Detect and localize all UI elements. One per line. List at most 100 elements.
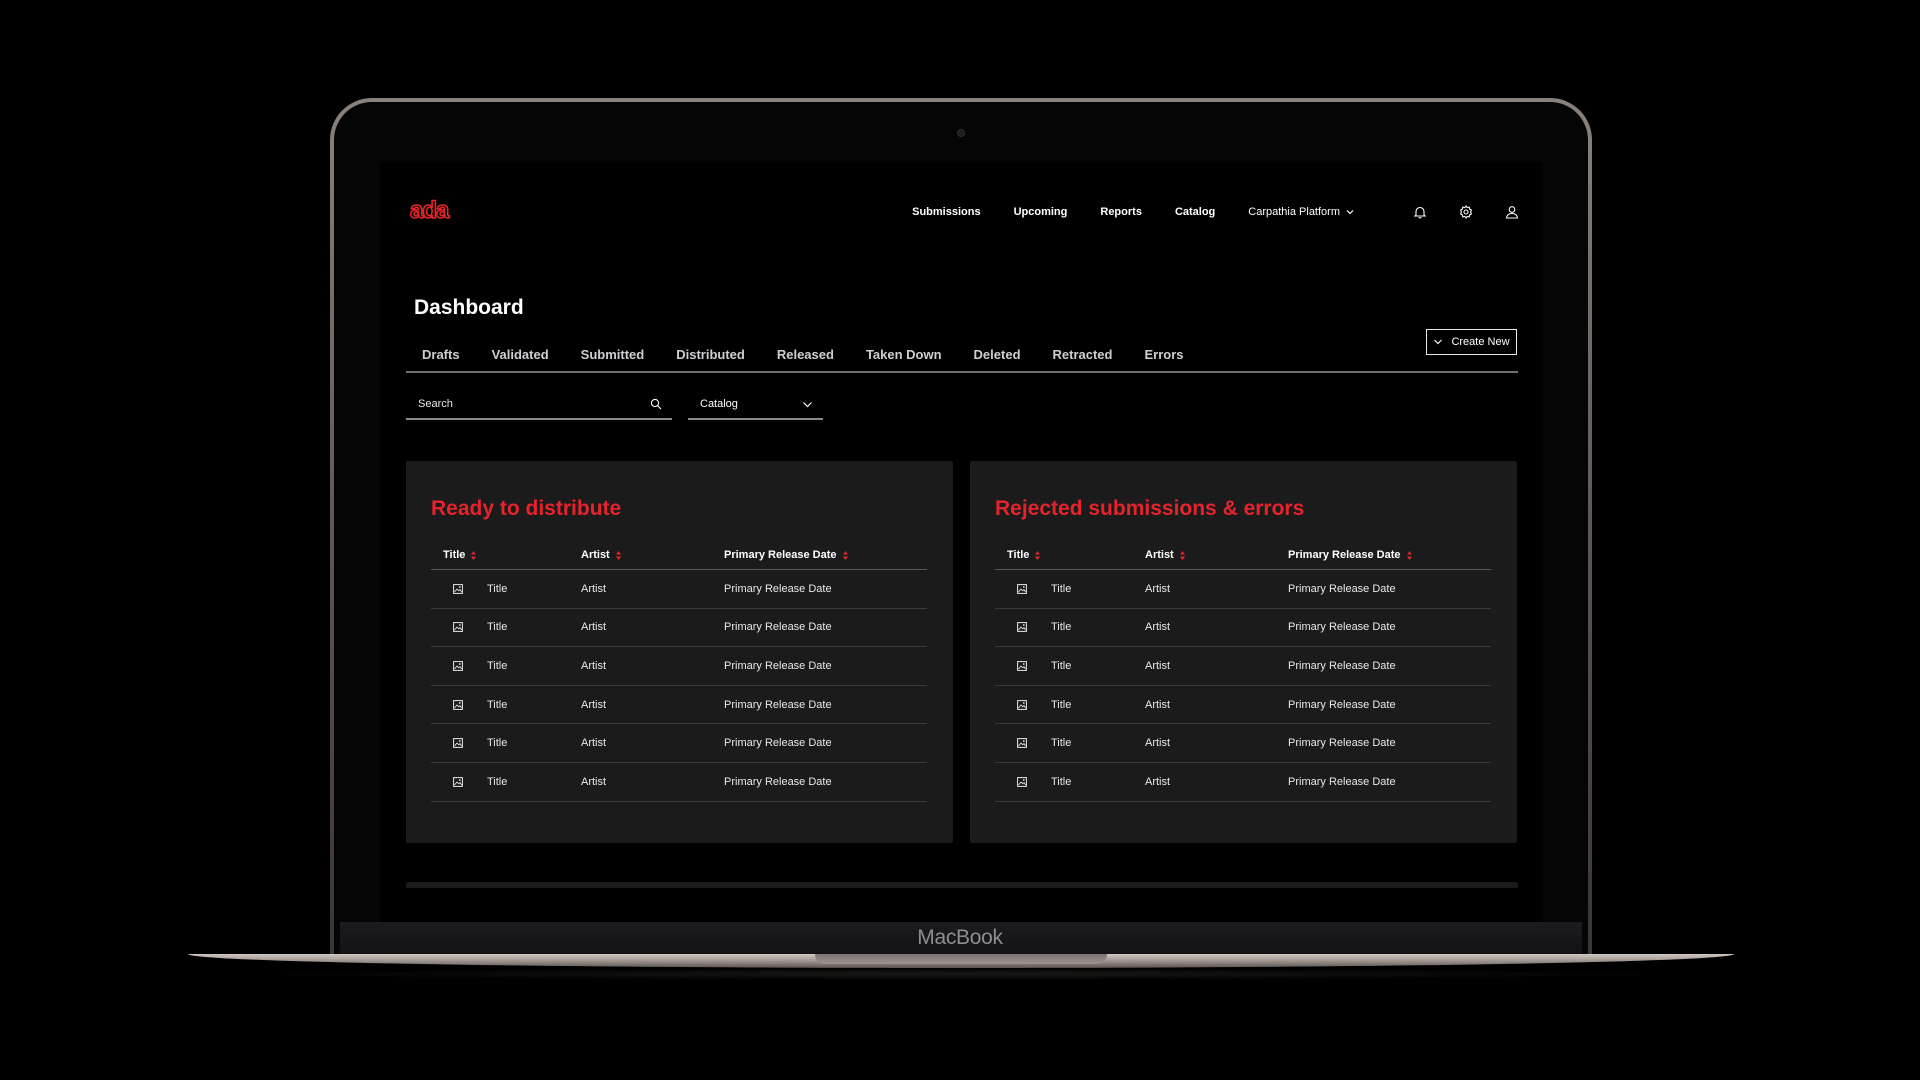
cell-title: Title: [1051, 775, 1072, 788]
tab-validated[interactable]: Validated: [476, 347, 565, 362]
nav-catalog[interactable]: Catalog: [1175, 206, 1215, 218]
table-row[interactable]: Title Artist Primary Release Date: [995, 647, 1491, 686]
table-header: Title Artist Primary Release Date: [995, 541, 1491, 570]
table-row[interactable]: Title Artist Primary Release Date: [995, 724, 1491, 763]
catalog-select[interactable]: Catalog: [688, 390, 823, 420]
chevron-down-icon: [1346, 210, 1354, 215]
cell-title: Title: [487, 582, 508, 595]
image-icon: [1017, 661, 1027, 671]
cover-thumbnail: [431, 738, 487, 749]
tab-deleted[interactable]: Deleted: [958, 347, 1037, 362]
tab-drafts[interactable]: Drafts: [406, 347, 476, 362]
table-row[interactable]: Title Artist Primary Release Date: [995, 686, 1491, 725]
tab-errors[interactable]: Errors: [1128, 347, 1199, 362]
column-header-release-date[interactable]: Primary Release Date: [1288, 549, 1491, 561]
tab-retracted[interactable]: Retracted: [1037, 347, 1129, 362]
table-row[interactable]: Title Artist Primary Release Date: [431, 609, 927, 648]
cover-thumbnail: [995, 622, 1051, 633]
cell-artist: Artist: [1145, 582, 1171, 595]
column-header-artist[interactable]: Artist: [1145, 549, 1288, 561]
device-brand-label: MacBook: [917, 926, 1003, 949]
search-icon[interactable]: [650, 398, 662, 410]
column-header-artist[interactable]: Artist: [581, 549, 724, 561]
sort-icon: [615, 550, 621, 560]
top-nav: Submissions Upcoming Reports Catalog Car…: [912, 198, 1520, 226]
table-row[interactable]: Title Artist Primary Release Date: [431, 763, 927, 802]
column-label: Title: [443, 549, 466, 561]
rejected-table: Title Artist Primary Release Date Title A…: [995, 541, 1491, 802]
column-header-title[interactable]: Title: [995, 549, 1145, 561]
image-icon: [1017, 583, 1027, 594]
cell-release-date: Primary Release Date: [724, 582, 832, 595]
cell-artist: Artist: [581, 582, 607, 595]
panel-title: Rejected submissions & errors: [995, 497, 1305, 520]
sort-icon: [842, 550, 848, 560]
cover-thumbnail: [995, 776, 1051, 787]
catalog-select-value: Catalog: [700, 398, 738, 410]
cell-title: Title: [1051, 621, 1072, 634]
column-label: Primary Release Date: [724, 549, 837, 561]
cell-artist: Artist: [581, 659, 607, 672]
table-row[interactable]: Title Artist Primary Release Date: [431, 686, 927, 725]
ada-logo[interactable]: ada: [410, 199, 464, 223]
sort-icon: [1406, 550, 1412, 560]
cell-release-date: Primary Release Date: [724, 659, 832, 672]
column-header-title[interactable]: Title: [431, 549, 581, 561]
platform-dropdown[interactable]: Carpathia Platform: [1248, 206, 1354, 218]
tab-submitted[interactable]: Submitted: [565, 347, 661, 362]
chevron-down-icon: [803, 401, 812, 407]
cover-thumbnail: [431, 583, 487, 594]
table-row[interactable]: Title Artist Primary Release Date: [995, 570, 1491, 609]
nav-reports[interactable]: Reports: [1100, 206, 1142, 218]
cell-artist: Artist: [581, 621, 607, 634]
ready-to-distribute-panel: Ready to distribute Title Artist Primary…: [406, 461, 953, 843]
cover-thumbnail: [995, 699, 1051, 710]
image-icon: [1017, 776, 1027, 787]
cell-artist: Artist: [1145, 659, 1171, 672]
next-panel-edge: [406, 882, 1518, 888]
cell-title: Title: [487, 775, 508, 788]
table-row[interactable]: Title Artist Primary Release Date: [431, 570, 927, 609]
table-row[interactable]: Title Artist Primary Release Date: [995, 763, 1491, 802]
search-input[interactable]: [418, 398, 618, 410]
column-label: Primary Release Date: [1288, 549, 1401, 561]
cell-title: Title: [1051, 659, 1072, 672]
column-label: Artist: [1145, 549, 1174, 561]
cell-release-date: Primary Release Date: [1288, 659, 1396, 672]
image-icon: [1017, 738, 1027, 749]
cell-title: Title: [487, 621, 508, 634]
page-title: Dashboard: [414, 296, 524, 319]
laptop-notch: [815, 954, 1107, 964]
cell-release-date: Primary Release Date: [1288, 582, 1396, 595]
image-icon: [453, 622, 463, 633]
cell-artist: Artist: [581, 775, 607, 788]
cell-release-date: Primary Release Date: [1288, 775, 1396, 788]
tab-taken-down[interactable]: Taken Down: [850, 347, 958, 362]
cover-thumbnail: [995, 583, 1051, 594]
sort-icon: [1035, 550, 1041, 560]
cell-release-date: Primary Release Date: [1288, 698, 1396, 711]
nav-submissions[interactable]: Submissions: [912, 206, 980, 218]
bell-icon[interactable]: [1412, 204, 1428, 220]
gear-icon[interactable]: [1458, 204, 1474, 220]
cell-artist: Artist: [1145, 621, 1171, 634]
column-header-release-date[interactable]: Primary Release Date: [724, 549, 927, 561]
sort-icon: [1179, 550, 1185, 560]
laptop-shadow: [230, 968, 1690, 980]
nav-upcoming[interactable]: Upcoming: [1014, 206, 1068, 218]
cell-artist: Artist: [1145, 737, 1171, 750]
table-row[interactable]: Title Artist Primary Release Date: [431, 724, 927, 763]
cover-thumbnail: [431, 622, 487, 633]
tab-released[interactable]: Released: [761, 347, 850, 362]
table-row[interactable]: Title Artist Primary Release Date: [431, 647, 927, 686]
image-icon: [453, 699, 463, 710]
platform-label: Carpathia Platform: [1248, 206, 1340, 218]
tab-distributed[interactable]: Distributed: [660, 347, 761, 362]
cell-release-date: Primary Release Date: [724, 621, 832, 634]
user-icon[interactable]: [1504, 204, 1520, 220]
cell-artist: Artist: [581, 737, 607, 750]
cell-title: Title: [1051, 737, 1072, 750]
column-label: Artist: [581, 549, 610, 561]
cover-thumbnail: [431, 776, 487, 787]
table-row[interactable]: Title Artist Primary Release Date: [995, 609, 1491, 648]
